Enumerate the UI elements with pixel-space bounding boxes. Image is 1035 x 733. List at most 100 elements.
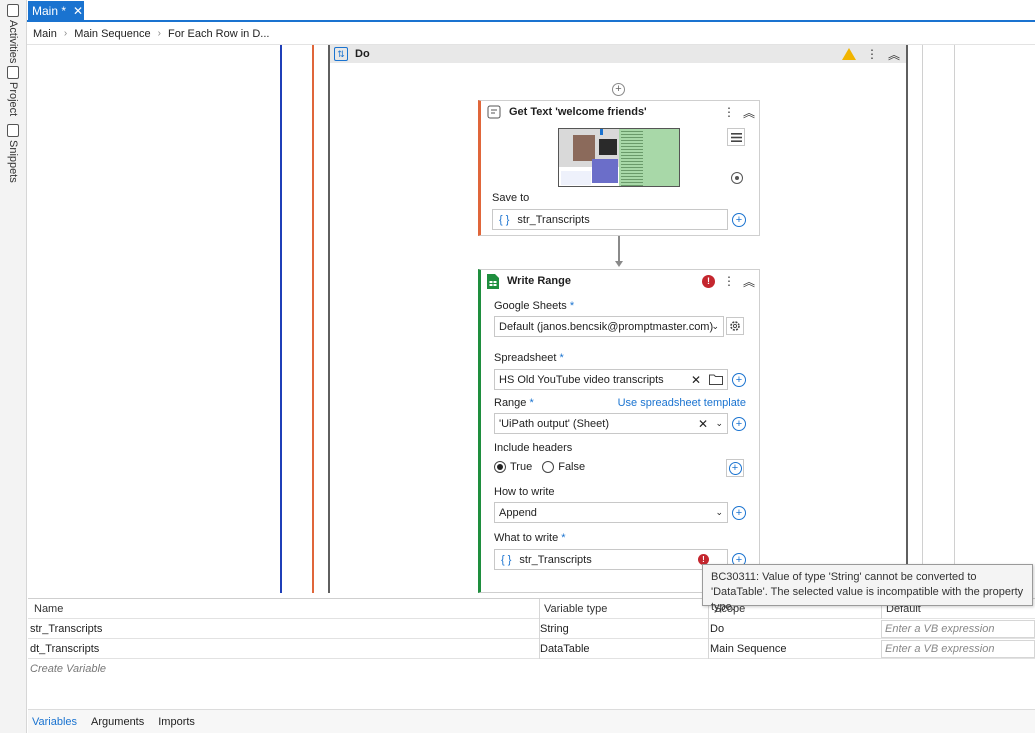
include-headers-radio-group: True False xyxy=(494,461,585,473)
more-vertical-icon[interactable]: ⋮ xyxy=(723,105,735,119)
how-to-write-dropdown[interactable]: Append ⌄ xyxy=(494,502,728,523)
variable-name[interactable]: dt_Transcripts xyxy=(28,639,533,659)
get-text-title: Get Text 'welcome friends' xyxy=(509,106,647,118)
variable-default-input[interactable]: Enter a VB expression xyxy=(881,620,1035,638)
project-tab-label: Project xyxy=(7,82,19,117)
do-container[interactable]: ⇅ Do ⋮ ︽ + Get Text 'welcome friends' ⋮ … xyxy=(328,45,908,593)
more-vertical-icon[interactable]: ⋮ xyxy=(723,274,735,288)
breadcrumb-item-main[interactable]: Main xyxy=(33,28,57,40)
spreadsheet-value: HS Old YouTube video transcripts xyxy=(499,373,664,386)
radio-true[interactable] xyxy=(494,461,506,473)
container-border-right-outer xyxy=(954,45,955,593)
snippets-tab[interactable]: Snippets xyxy=(3,124,23,183)
add-activity-icon[interactable]: + xyxy=(612,83,625,96)
left-side-panel: Activities Project Snippets xyxy=(0,0,27,733)
target-screenshot-thumbnail[interactable] xyxy=(558,128,680,187)
create-variable-label[interactable]: Create Variable xyxy=(28,659,328,679)
add-circle-icon[interactable]: + xyxy=(732,506,746,520)
tab-arguments[interactable]: Arguments xyxy=(91,716,144,728)
connector-arrowhead xyxy=(615,261,623,267)
table-row[interactable]: dt_Transcripts DataTable Main Sequence E… xyxy=(28,639,1035,659)
collapse-icon[interactable]: ︽ xyxy=(743,273,755,290)
close-icon[interactable]: ✕ xyxy=(73,4,83,18)
write-range-header: Write Range ! ⋮ ︽ xyxy=(481,270,759,292)
project-tab[interactable]: Project xyxy=(3,66,23,116)
chevron-down-icon: ⌄ xyxy=(711,321,719,331)
activities-tab-label: Activities xyxy=(7,20,19,64)
range-value: 'UiPath output' (Sheet) xyxy=(499,417,609,430)
variable-type[interactable]: String xyxy=(538,619,703,639)
google-sheets-label: Google Sheets * xyxy=(494,300,575,312)
write-range-activity[interactable]: Write Range ! ⋮ ︽ Google Sheets * Defaul… xyxy=(478,269,760,593)
get-text-activity[interactable]: Get Text 'welcome friends' ⋮ ︽ Save to {… xyxy=(478,100,760,236)
project-icon xyxy=(7,66,19,79)
range-label: Range * xyxy=(494,397,534,409)
save-to-input[interactable]: { } str_Transcripts xyxy=(492,209,728,230)
expression-braces-icon: { } xyxy=(499,213,510,226)
radio-false[interactable] xyxy=(542,461,555,473)
range-dropdown[interactable]: 'UiPath output' (Sheet) ✕ ⌄ xyxy=(494,413,728,434)
column-header-name[interactable]: Name xyxy=(32,599,537,619)
variables-panel: Name Variable type Scope Default str_Tra… xyxy=(28,598,1035,709)
thumbnail-text-lines xyxy=(621,131,643,186)
table-row[interactable]: str_Transcripts String Do Enter a VB exp… xyxy=(28,619,1035,639)
more-vertical-icon[interactable]: ⋮ xyxy=(866,47,878,61)
what-to-write-value: str_Transcripts xyxy=(519,553,592,566)
warning-icon[interactable] xyxy=(841,48,856,60)
breadcrumb: Main › Main Sequence › For Each Row in D… xyxy=(27,23,1035,45)
google-sheets-icon xyxy=(487,273,499,289)
include-headers-label: Include headers xyxy=(494,442,573,454)
collapse-icon[interactable]: ︽ xyxy=(743,104,755,121)
folder-icon[interactable] xyxy=(709,373,723,388)
add-button[interactable]: + xyxy=(726,459,744,477)
connector-line xyxy=(618,236,620,261)
add-circle-icon[interactable]: + xyxy=(732,373,746,387)
add-circle-icon: + xyxy=(728,461,742,475)
what-to-write-label: What to write * xyxy=(494,532,566,544)
what-to-write-input[interactable]: { } str_Transcripts ! xyxy=(494,549,728,570)
variable-type[interactable]: DataTable xyxy=(538,639,703,659)
column-header-type[interactable]: Variable type xyxy=(542,599,707,619)
variable-name[interactable]: str_Transcripts xyxy=(28,619,533,639)
add-circle-icon[interactable]: + xyxy=(732,417,746,431)
do-header: ⇅ Do ⋮ ︽ xyxy=(330,45,906,63)
gear-icon[interactable] xyxy=(726,317,744,335)
variable-scope[interactable]: Main Sequence xyxy=(708,639,876,659)
tab-imports[interactable]: Imports xyxy=(158,716,195,728)
hamburger-icon[interactable] xyxy=(727,128,745,146)
breadcrumb-item-main-sequence[interactable]: Main Sequence xyxy=(74,28,150,40)
thumbnail-text xyxy=(561,171,591,185)
use-template-link[interactable]: Use spreadsheet template xyxy=(618,397,746,409)
error-icon[interactable]: ! xyxy=(701,274,715,288)
radio-true-label: True xyxy=(510,461,533,473)
activities-icon xyxy=(7,4,19,17)
radio-false-label: False xyxy=(558,461,586,473)
google-sheets-dropdown[interactable]: Default (janos.bencsik@promptmaster.com)… xyxy=(494,316,724,337)
spreadsheet-input[interactable]: HS Old YouTube video transcripts ✕ xyxy=(494,369,728,390)
tab-main-label: Main * xyxy=(32,4,67,18)
thumbnail-screen xyxy=(599,139,617,155)
breadcrumb-item-for-each-row[interactable]: For Each Row in D... xyxy=(168,28,269,40)
create-variable-row[interactable]: Create Variable xyxy=(28,659,1035,679)
chevron-right-icon: › xyxy=(63,28,68,39)
clear-icon[interactable]: ✕ xyxy=(698,417,708,431)
get-text-icon xyxy=(487,105,501,119)
do-title: Do xyxy=(355,48,370,60)
collapse-icon[interactable]: ︽ xyxy=(888,46,900,63)
sequence-icon: ⇅ xyxy=(334,47,348,61)
variable-scope[interactable]: Do xyxy=(708,619,876,639)
save-to-label: Save to xyxy=(492,192,530,204)
target-icon[interactable] xyxy=(730,171,744,188)
tab-variables[interactable]: Variables xyxy=(32,716,77,728)
tab-main[interactable]: Main * ✕ xyxy=(28,1,84,21)
add-circle-icon[interactable]: + xyxy=(732,213,746,227)
clear-icon[interactable]: ✕ xyxy=(691,373,701,387)
spreadsheet-label: Spreadsheet * xyxy=(494,352,564,364)
save-to-value: str_Transcripts xyxy=(517,213,590,226)
designer-canvas[interactable]: ⇅ Do ⋮ ︽ + Get Text 'welcome friends' ⋮ … xyxy=(28,45,1035,593)
how-to-write-value: Append xyxy=(499,506,537,519)
activities-tab[interactable]: Activities xyxy=(3,4,23,63)
chevron-down-icon: ⌄ xyxy=(715,507,723,517)
variable-default-input[interactable]: Enter a VB expression xyxy=(881,640,1035,658)
thumbnail-panel xyxy=(592,159,618,183)
